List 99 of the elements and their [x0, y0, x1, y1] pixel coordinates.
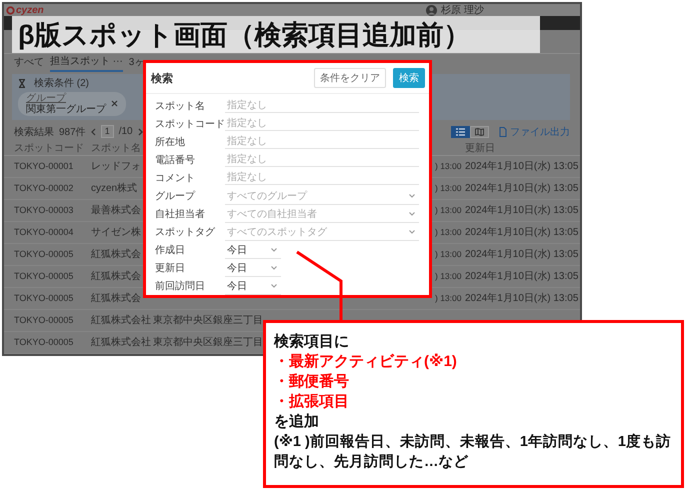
text-field[interactable]: 指定なし	[225, 99, 419, 113]
field-label: コメント	[155, 172, 196, 185]
field-label: 作成日	[155, 244, 186, 257]
page-field[interactable]: 1	[100, 125, 114, 138]
table-cell: 2024年1月10日(水) 13:05	[465, 249, 578, 260]
chevron-left-icon[interactable]	[90, 128, 96, 136]
table-cell: 2024年1月10日(水) 13:05	[465, 161, 578, 172]
map-view-button[interactable]	[470, 126, 489, 138]
table-cell: ) 13:00	[435, 249, 462, 260]
chevron-down-icon	[409, 230, 415, 234]
select-field[interactable]: すべての自社担当者	[225, 206, 419, 222]
text-field[interactable]: 指定なし	[225, 135, 419, 149]
table-cell: ) 13:00	[435, 205, 462, 216]
tab[interactable]: すべて	[14, 56, 44, 72]
table-cell: ) 13:00	[435, 293, 462, 304]
text-field[interactable]: 指定なし	[225, 117, 419, 131]
chevron-right-icon[interactable]	[138, 128, 143, 136]
callout-line: 検索項目に	[274, 332, 350, 352]
chevron-down-icon	[271, 284, 277, 288]
table-cell: 2024年1月10日(水) 13:05	[465, 227, 578, 238]
chevron-down-icon	[409, 194, 415, 198]
table-cell-text: cyzen株式	[91, 182, 138, 196]
field-label: グループ	[155, 190, 196, 203]
field-label: スポット名	[155, 100, 206, 113]
table-cell-text: TOKYO-00001	[14, 161, 74, 172]
table-cell: 東京都中央区銀座三丁目	[153, 337, 263, 348]
close-icon[interactable]	[111, 100, 118, 108]
table-cell-text: レッドフォ	[91, 160, 142, 174]
table-cell-text: TOKYO-00005	[14, 315, 74, 326]
field-label: 前回訪問日	[155, 280, 206, 293]
column-header: スポットコード	[14, 142, 85, 155]
chevron-down-icon	[271, 266, 277, 270]
field-label: スポットコード	[155, 118, 225, 131]
select-field[interactable]: すべてのスポットタグ	[225, 224, 419, 240]
table-cell: 2024年1月10日(水) 13:05	[465, 293, 578, 304]
banner-title: β版スポット画面（検索項目追加前）	[18, 18, 470, 50]
filter-chip[interactable]: グループ 関東第一グループ	[18, 92, 126, 116]
list-view-button[interactable]	[451, 126, 470, 138]
table-cell-text: TOKYO-00005	[14, 293, 74, 304]
chevron-down-icon	[409, 212, 415, 216]
clear-button[interactable]: 条件をクリア	[314, 68, 386, 88]
map-icon	[475, 128, 484, 136]
date-select[interactable]: 今日	[225, 278, 281, 294]
table-cell-text: 紅狐株式会社	[91, 336, 152, 350]
callout-note: (※1 )前回報告日、未訪問、未報告、1年訪問なし、1度も訪問なし、先月訪問した…など	[274, 432, 672, 472]
results-count: 987件	[59, 126, 86, 139]
table-cell-text: TOKYO-00003	[14, 205, 74, 216]
callout-line: を追加	[274, 412, 320, 432]
table-cell-text: 紅狐株式会	[91, 248, 142, 262]
text-field[interactable]: 指定なし	[225, 153, 419, 167]
table-cell-text: 紅狐株式会	[91, 270, 142, 284]
results-label: 検索結果	[14, 126, 54, 139]
table-cell: ) 13:00	[435, 227, 462, 238]
file-icon	[499, 126, 507, 137]
tab[interactable]: 3ヶ	[128, 56, 144, 72]
logo-text: cyzen	[16, 4, 44, 16]
date-select[interactable]: 今日	[225, 242, 281, 258]
chevron-down-icon	[271, 248, 277, 252]
table-cell: 2024年1月10日(水) 13:05	[465, 205, 578, 216]
table-cell: ) 13:00	[435, 161, 462, 172]
field-label: 電話番号	[155, 154, 196, 167]
file-export-link[interactable]: ファイル出力	[499, 124, 570, 139]
table-cell-text: TOKYO-00005	[14, 337, 74, 348]
hourglass-icon	[18, 78, 26, 88]
date-select[interactable]: 今日	[225, 260, 281, 276]
dialog-title: 検索	[151, 72, 173, 86]
column-header: 更新日	[465, 142, 496, 155]
table-cell-text: TOKYO-00004	[14, 227, 74, 238]
filter-title: 検索条件 (2)	[34, 78, 89, 89]
callout-line: ・拡張項目	[274, 392, 350, 412]
table-cell: 東京都中央区銀座三丁目	[153, 315, 263, 326]
table-cell-text: 紅狐株式会	[91, 292, 142, 306]
field-label: 自社担当者	[155, 208, 206, 221]
table-cell-text: 紅狐株式会社	[91, 314, 152, 328]
user-name: 杉原 理沙	[441, 4, 484, 16]
table-cell: ) 13:00	[435, 183, 462, 194]
tab[interactable]: 担当スポット ···	[50, 56, 123, 72]
table-cell: 2024年1月10日(水) 13:05	[465, 183, 578, 194]
search-button[interactable]: 検索	[393, 68, 425, 88]
page-total: /10	[118, 126, 133, 138]
select-field[interactable]: すべてのグループ	[225, 188, 419, 204]
ring-logo-icon	[6, 6, 15, 15]
field-label: スポットタグ	[155, 226, 216, 239]
chip-value: 関東第一グループ	[26, 104, 106, 115]
list-icon	[456, 128, 465, 136]
chip-label: グループ	[26, 92, 68, 104]
field-label: 更新日	[155, 262, 186, 275]
table-cell: ) 13:00	[435, 271, 462, 282]
table-cell-text: サイゼン株	[91, 226, 142, 240]
table-cell-text: TOKYO-00005	[14, 271, 74, 282]
table-cell-text: TOKYO-00002	[14, 183, 74, 194]
table-cell: 2024年1月10日(水) 13:05	[465, 271, 578, 282]
field-label: 所在地	[155, 136, 186, 149]
text-field[interactable]: 指定なし	[225, 171, 419, 185]
callout-line: ・郵便番号	[274, 372, 350, 392]
table-cell-text: TOKYO-00005	[14, 249, 74, 260]
callout-line: ・最新アクティビティ(※1)	[274, 352, 458, 372]
table-cell-text: 最善株式会	[91, 204, 142, 218]
column-header: スポット名	[91, 142, 142, 155]
